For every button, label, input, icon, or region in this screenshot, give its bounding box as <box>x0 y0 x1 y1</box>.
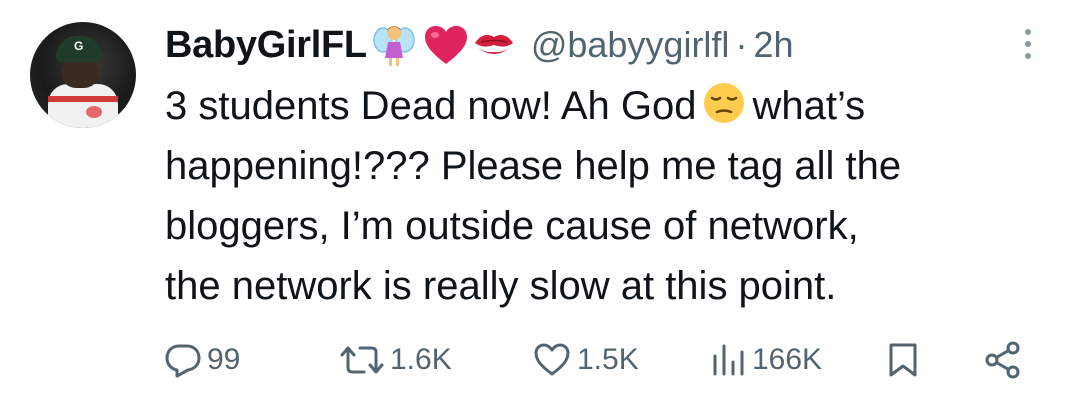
avatar-shirt-stripe <box>48 96 118 102</box>
retweet-icon <box>340 346 384 374</box>
avatar-cap-letter: G <box>74 39 84 53</box>
tweet-text: 3 students Dead now! Ah God what’s happe… <box>165 76 1045 316</box>
share-button[interactable] <box>983 330 1029 390</box>
views-button[interactable]: 166K <box>710 330 822 390</box>
author-handle[interactable]: @babyygirlfl <box>531 24 730 66</box>
like-button[interactable]: 1.5K <box>533 330 639 390</box>
tweet-line-2: happening!??? Please help me tag all the <box>165 144 902 188</box>
tweet-line-3: bloggers, I’m outside cause of network, <box>165 204 859 248</box>
avatar-shirt-logo <box>86 106 102 118</box>
views-bar-chart-icon <box>713 344 744 376</box>
views-count: 166K <box>752 343 823 376</box>
tweet-line-4: the network is really slow at this point… <box>165 264 837 308</box>
pensive-face-emoji-icon <box>704 83 745 123</box>
retweet-count: 1.6K <box>390 343 452 376</box>
more-options-icon[interactable] <box>1018 26 1038 62</box>
reply-count: 99 <box>207 343 241 376</box>
reply-icon <box>165 344 201 378</box>
tweet-timestamp[interactable]: 2h <box>753 24 793 66</box>
separator-dot: · <box>735 24 748 65</box>
heart-icon <box>534 343 570 376</box>
retweet-button[interactable]: 1.6K <box>340 330 452 390</box>
tweet-actions: 99 1.6K 1.5K 166K <box>165 330 1035 390</box>
bookmark-icon <box>889 343 917 377</box>
kiss-mark-emoji-icon <box>474 35 513 54</box>
bookmark-button[interactable] <box>887 330 925 390</box>
share-icon <box>985 341 1020 379</box>
tweet-line-1-start: 3 students Dead now! Ah God <box>165 84 697 128</box>
tweet-card[interactable]: G BabyGirlFL @babyygirlfl · 2h 3 student… <box>0 0 1080 407</box>
avatar-face <box>62 58 98 88</box>
avatar-shirt <box>48 84 118 128</box>
author-emojis <box>373 22 517 68</box>
like-count: 1.5K <box>577 343 639 376</box>
avatar[interactable]: G <box>30 22 136 128</box>
tweet-line-1: 3 students Dead now! Ah God what’s <box>165 76 1045 136</box>
fairy-emoji-icon <box>373 26 415 66</box>
tweet-line-1-end: what’s <box>752 84 866 128</box>
tweet-header: BabyGirlFL @babyygirlfl · 2h <box>165 20 793 70</box>
red-heart-emoji-icon <box>424 26 467 64</box>
author-name[interactable]: BabyGirlFL <box>165 24 367 67</box>
reply-button[interactable]: 99 <box>165 330 240 390</box>
